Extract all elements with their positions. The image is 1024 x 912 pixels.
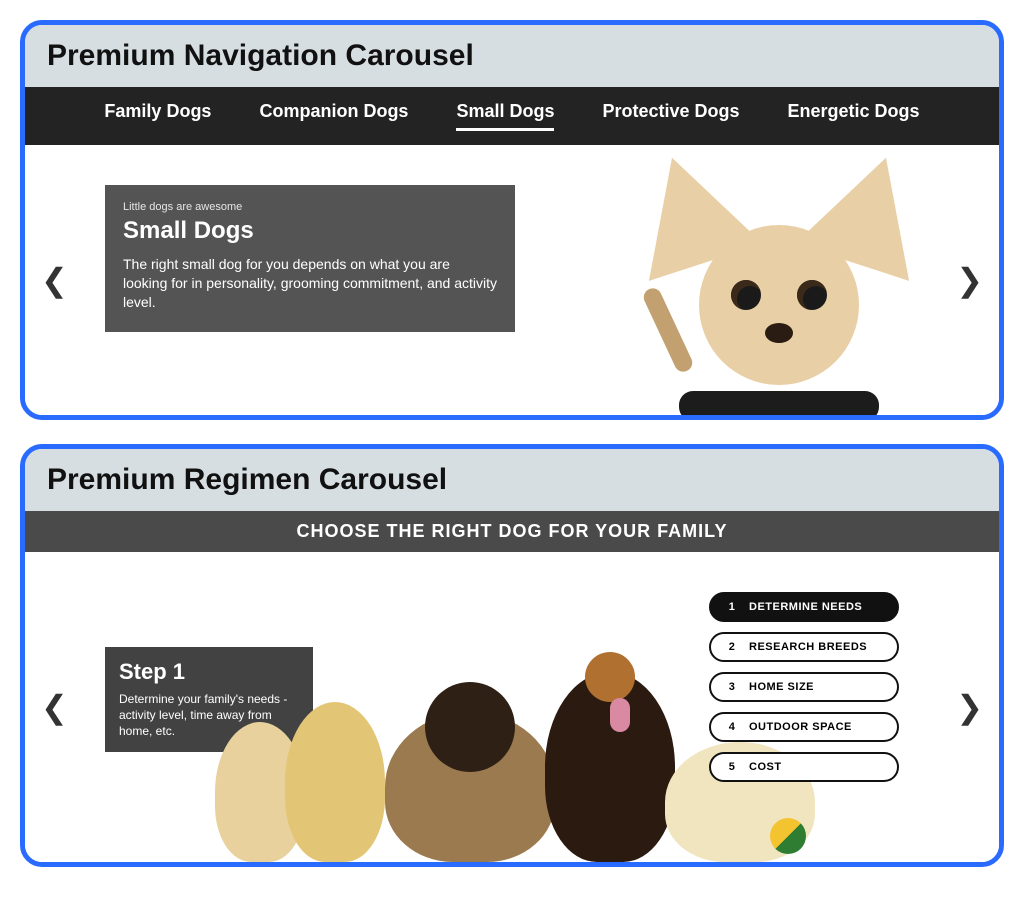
step-pill-3[interactable]: 3 HOME SIZE (709, 672, 899, 702)
step-number: 2 (725, 641, 739, 653)
slide-caption: Little dogs are awesome Small Dogs The r… (105, 185, 515, 332)
carousel-viewport: ❮ ❯ Little dogs are awesome Small Dogs T… (25, 145, 999, 415)
step-label: HOME SIZE (749, 681, 814, 693)
chevron-right-icon[interactable]: ❯ (946, 251, 993, 309)
regimen-carousel-panel: Premium Regimen Carousel CHOOSE THE RIGH… (20, 444, 1004, 867)
tab-energetic-dogs[interactable]: Energetic Dogs (788, 101, 920, 131)
step-number: 3 (725, 681, 739, 693)
navigation-carousel-panel: Premium Navigation Carousel Family Dogs … (20, 20, 1004, 420)
tab-companion-dogs[interactable]: Companion Dogs (259, 101, 408, 131)
step-number: 1 (725, 601, 739, 613)
step-number: 5 (725, 761, 739, 773)
step-pill-2[interactable]: 2 RESEARCH BREEDS (709, 632, 899, 662)
caption-title: Small Dogs (123, 217, 497, 245)
step-label: COST (749, 761, 782, 773)
puppies-image (215, 632, 719, 862)
step-pill-1[interactable]: 1 DETERMINE NEEDS (709, 592, 899, 622)
carousel-viewport: ❮ ❯ Step 1 Determine your family's needs… (25, 552, 999, 862)
tab-family-dogs[interactable]: Family Dogs (104, 101, 211, 131)
step-pill-5[interactable]: 5 COST (709, 752, 899, 782)
category-tabbar: Family Dogs Companion Dogs Small Dogs Pr… (25, 87, 999, 145)
chihuahua-image (619, 155, 939, 415)
panel-title: Premium Regimen Carousel (25, 449, 999, 511)
step-label: DETERMINE NEEDS (749, 601, 862, 613)
chevron-left-icon[interactable]: ❮ (31, 678, 78, 736)
panel-title: Premium Navigation Carousel (25, 25, 999, 87)
step-pill-4[interactable]: 4 OUTDOOR SPACE (709, 712, 899, 742)
caption-body: The right small dog for you depends on w… (123, 255, 497, 312)
step-list: 1 DETERMINE NEEDS 2 RESEARCH BREEDS 3 HO… (709, 592, 899, 782)
caption-eyebrow: Little dogs are awesome (123, 201, 497, 213)
chevron-left-icon[interactable]: ❮ (31, 251, 78, 309)
tab-small-dogs[interactable]: Small Dogs (456, 101, 554, 131)
step-label: OUTDOOR SPACE (749, 721, 852, 733)
step-number: 4 (725, 721, 739, 733)
chevron-right-icon[interactable]: ❯ (946, 678, 993, 736)
step-label: RESEARCH BREEDS (749, 641, 867, 653)
tab-protective-dogs[interactable]: Protective Dogs (602, 101, 739, 131)
banner-heading: CHOOSE THE RIGHT DOG FOR YOUR FAMILY (25, 511, 999, 552)
